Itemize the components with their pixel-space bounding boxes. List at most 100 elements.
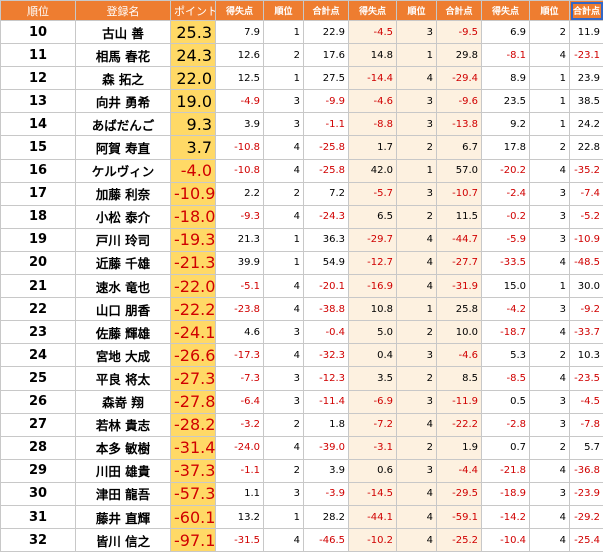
player-name-cell[interactable]: 近藤 千雄: [75, 250, 171, 276]
diff-2-cell[interactable]: -3.1: [348, 435, 397, 460]
total-2-cell[interactable]: 25.8: [436, 297, 482, 322]
rank-2-cell[interactable]: 3: [396, 458, 437, 483]
rank-1-cell[interactable]: 2: [263, 412, 304, 437]
total-2-cell[interactable]: -31.9: [436, 274, 482, 299]
total-2-cell[interactable]: 11.5: [436, 204, 482, 229]
table-row[interactable]: 16 ケルヴィン -4.0 -10.8 4 -25.8 42.0 1 57.0 -20.2 4 -35…: [0, 158, 603, 183]
diff-1-cell[interactable]: -9.3: [215, 204, 264, 229]
total-2-cell[interactable]: 1.9: [436, 435, 482, 460]
total-2-cell[interactable]: 57.0: [436, 158, 482, 183]
rank-1-cell[interactable]: 3: [263, 389, 304, 414]
player-name-cell[interactable]: 山口 朋香: [75, 297, 171, 322]
rank-3-cell[interactable]: 2: [529, 19, 570, 45]
diff-1-cell[interactable]: -10.8: [215, 135, 264, 160]
rank-3-cell[interactable]: 4: [529, 158, 570, 183]
diff-3-cell[interactable]: -33.5: [481, 250, 530, 276]
rank-1-cell[interactable]: 1: [263, 66, 304, 91]
total-3-cell[interactable]: -9.2: [569, 297, 603, 322]
header-rank-2[interactable]: 順位: [396, 0, 437, 21]
total-3-cell[interactable]: -29.2: [569, 504, 603, 530]
diff-1-cell[interactable]: 39.9: [215, 250, 264, 276]
diff-2-cell[interactable]: 42.0: [348, 158, 397, 183]
diff-1-cell[interactable]: -7.3: [215, 366, 264, 391]
table-row[interactable]: 22 山口 朋香 -22.2 -23.8 4 -38.8 10.8 1 25.8 -4.2 3 -9.…: [0, 297, 603, 322]
rank-2-cell[interactable]: 4: [396, 274, 437, 299]
rank-3-cell[interactable]: 3: [529, 389, 570, 414]
total-1-cell[interactable]: -38.8: [303, 297, 349, 322]
total-1-cell[interactable]: 28.2: [303, 504, 349, 530]
rank-1-cell[interactable]: 2: [263, 181, 304, 206]
rank-cell[interactable]: 24: [0, 343, 76, 368]
diff-3-cell[interactable]: -5.9: [481, 227, 530, 252]
total-2-cell[interactable]: -29.5: [436, 481, 482, 506]
rank-cell[interactable]: 21: [0, 274, 76, 299]
rank-1-cell[interactable]: 1: [263, 504, 304, 530]
table-row[interactable]: 11 相馬 春花 24.3 12.6 2 17.6 14.8 1 29.8 -8.1 4 -23.1: [0, 43, 603, 68]
total-3-cell[interactable]: 5.7: [569, 435, 603, 460]
diff-2-cell[interactable]: -14.4: [348, 66, 397, 91]
total-3-cell[interactable]: -35.2: [569, 158, 603, 183]
points-cell[interactable]: -60.1: [170, 504, 216, 530]
rank-1-cell[interactable]: 4: [263, 204, 304, 229]
total-2-cell[interactable]: 10.0: [436, 320, 482, 345]
rank-cell[interactable]: 12: [0, 66, 76, 91]
diff-3-cell[interactable]: 6.9: [481, 19, 530, 45]
diff-3-cell[interactable]: -14.2: [481, 504, 530, 530]
rank-cell[interactable]: 18: [0, 204, 76, 229]
rank-cell[interactable]: 27: [0, 412, 76, 437]
total-2-cell[interactable]: -59.1: [436, 504, 482, 530]
table-row[interactable]: 32 皆川 信之 -97.1 -31.5 4 -46.5 -10.2 4 -25.2 -10.4 4…: [0, 528, 603, 553]
diff-2-cell[interactable]: -16.9: [348, 274, 397, 299]
rank-3-cell[interactable]: 3: [529, 481, 570, 506]
diff-1-cell[interactable]: 2.2: [215, 181, 264, 206]
player-name-cell[interactable]: 向井 勇希: [75, 89, 171, 114]
total-2-cell[interactable]: 29.8: [436, 43, 482, 68]
diff-1-cell[interactable]: -6.4: [215, 389, 264, 414]
diff-3-cell[interactable]: 23.5: [481, 89, 530, 114]
table-row[interactable]: 14 あばだんご 9.3 3.9 3 -1.1 -8.8 3 -13.8 9.2 1 24.2: [0, 112, 603, 137]
diff-3-cell[interactable]: 8.9: [481, 66, 530, 91]
player-name-cell[interactable]: 戸川 玲司: [75, 227, 171, 252]
rank-3-cell[interactable]: 3: [529, 204, 570, 229]
diff-2-cell[interactable]: -4.5: [348, 19, 397, 45]
rank-cell[interactable]: 26: [0, 389, 76, 414]
table-row[interactable]: 19 戸川 玲司 -19.3 21.3 1 36.3 -29.7 4 -44.7 -5.9 3 -10…: [0, 227, 603, 252]
total-1-cell[interactable]: -12.3: [303, 366, 349, 391]
points-cell[interactable]: -28.2: [170, 412, 216, 437]
total-1-cell[interactable]: 17.6: [303, 43, 349, 68]
diff-2-cell[interactable]: 1.7: [348, 135, 397, 160]
points-cell[interactable]: -57.3: [170, 481, 216, 506]
player-name-cell[interactable]: 若林 貴志: [75, 412, 171, 437]
diff-2-cell[interactable]: 6.5: [348, 204, 397, 229]
header-points[interactable]: ポイント: [170, 0, 216, 21]
total-1-cell[interactable]: -25.8: [303, 158, 349, 183]
table-row[interactable]: 10 古山 善 25.3 7.9 1 22.9 -4.5 3 -9.5 6.9 2 11.9: [0, 19, 603, 45]
diff-1-cell[interactable]: -1.1: [215, 458, 264, 483]
rank-1-cell[interactable]: 1: [263, 250, 304, 276]
total-2-cell[interactable]: 6.7: [436, 135, 482, 160]
diff-1-cell[interactable]: 4.6: [215, 320, 264, 345]
rank-cell[interactable]: 17: [0, 181, 76, 206]
player-name-cell[interactable]: 藤井 直輝: [75, 504, 171, 530]
player-name-cell[interactable]: ケルヴィン: [75, 158, 171, 183]
total-1-cell[interactable]: -0.4: [303, 320, 349, 345]
total-1-cell[interactable]: -20.1: [303, 274, 349, 299]
rank-1-cell[interactable]: 4: [263, 528, 304, 553]
total-3-cell[interactable]: 10.3: [569, 343, 603, 368]
player-name-cell[interactable]: 佐藤 輝雄: [75, 320, 171, 345]
points-cell[interactable]: 24.3: [170, 43, 216, 68]
rank-3-cell[interactable]: 4: [529, 528, 570, 553]
total-3-cell[interactable]: -10.9: [569, 227, 603, 252]
total-3-cell[interactable]: -25.4: [569, 528, 603, 553]
table-row[interactable]: 15 阿賀 寿直 3.7 -10.8 4 -25.8 1.7 2 6.7 17.8 2 22.8: [0, 135, 603, 160]
rank-3-cell[interactable]: 1: [529, 112, 570, 137]
rank-3-cell[interactable]: 4: [529, 320, 570, 345]
table-row[interactable]: 26 森嵜 翔 -27.8 -6.4 3 -11.4 -6.9 3 -11.9 0.5 3 -4.5: [0, 389, 603, 414]
rank-2-cell[interactable]: 3: [396, 89, 437, 114]
total-3-cell[interactable]: -23.5: [569, 366, 603, 391]
rank-2-cell[interactable]: 2: [396, 435, 437, 460]
player-name-cell[interactable]: 宮地 大成: [75, 343, 171, 368]
rank-2-cell[interactable]: 4: [396, 227, 437, 252]
rank-cell[interactable]: 22: [0, 297, 76, 322]
table-row[interactable]: 21 速水 竜也 -22.0 -5.1 4 -20.1 -16.9 4 -31.9 15.0 1 30…: [0, 274, 603, 299]
